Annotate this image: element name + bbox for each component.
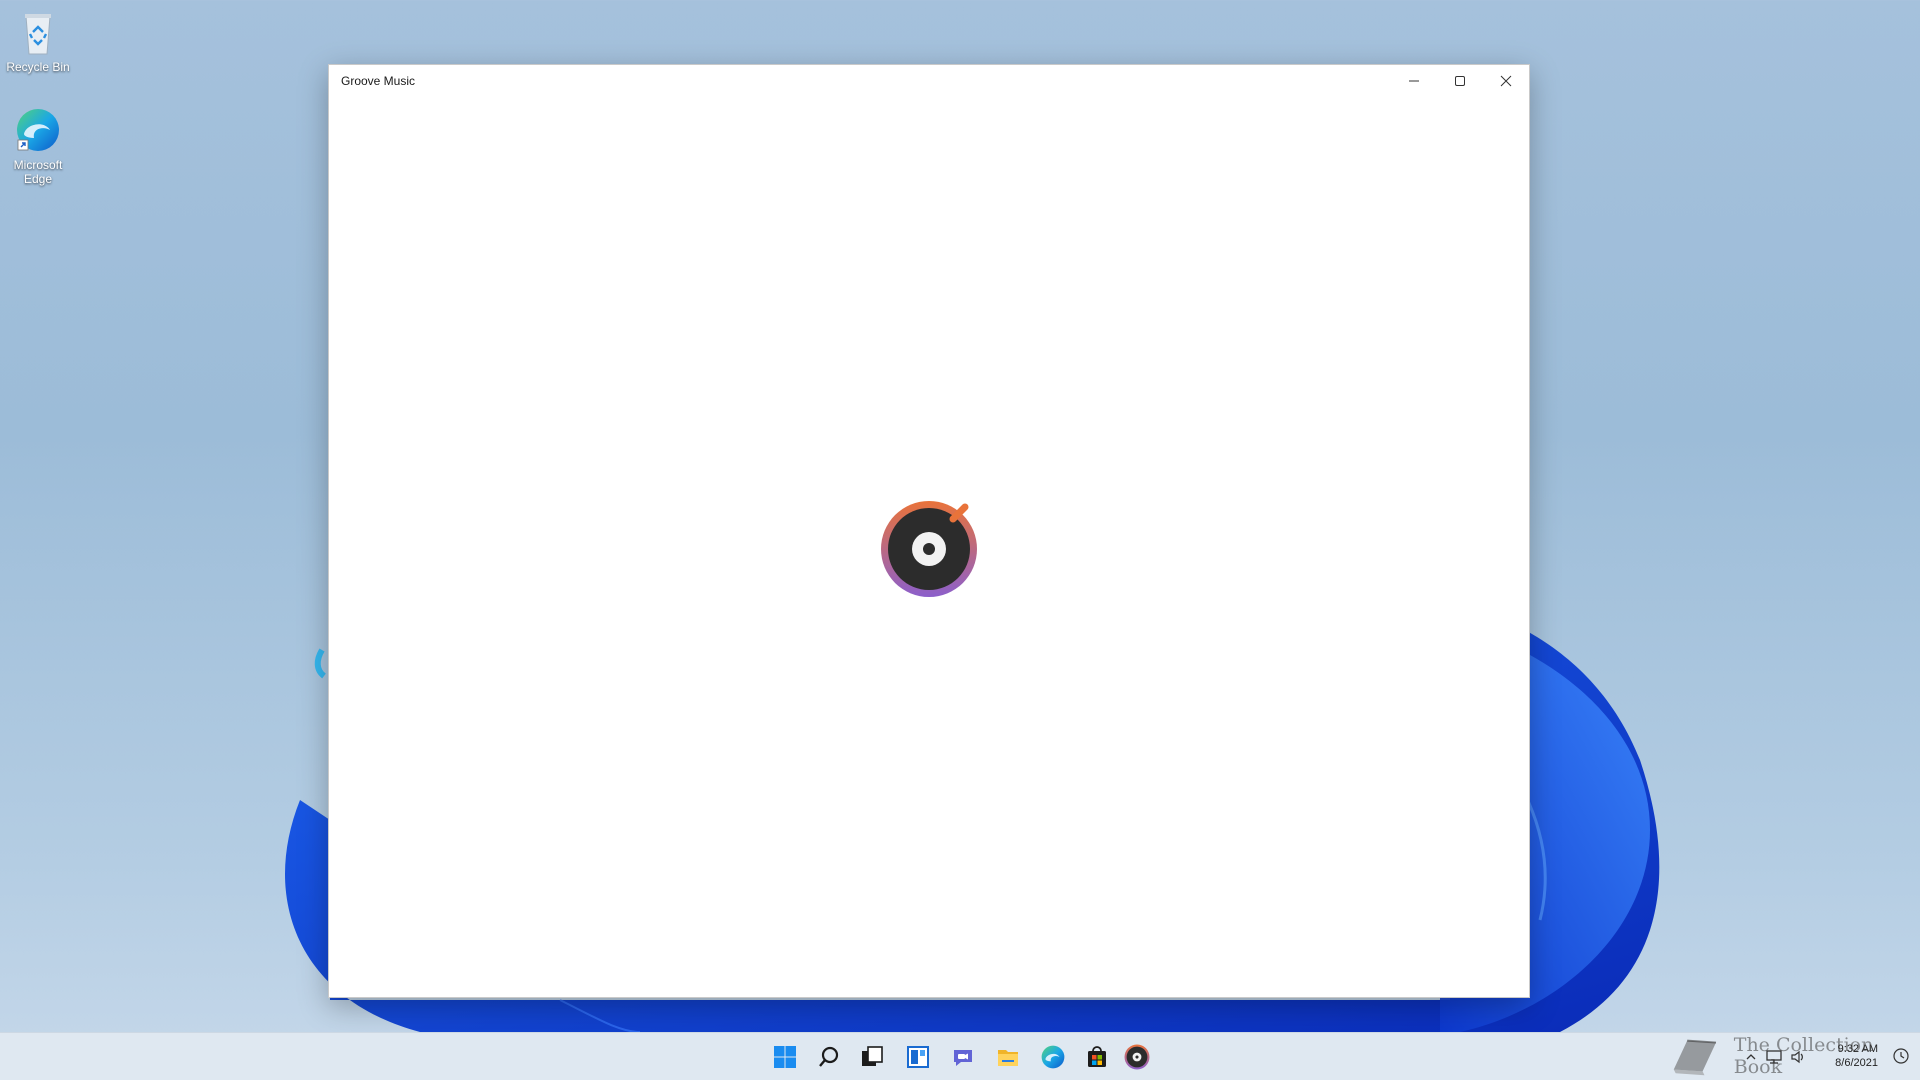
edge-icon: [14, 106, 62, 154]
groove-music-logo: [881, 501, 977, 597]
maximize-icon: [1455, 76, 1465, 86]
watermark: The Collection Book: [1668, 1032, 1920, 1080]
desktop-icon-label: Recycle Bin: [6, 60, 70, 74]
teams-chat-icon: [954, 1050, 972, 1066]
close-button[interactable]: [1483, 65, 1529, 97]
groove-music-icon: [1124, 1044, 1150, 1070]
taskbar: 9:32 AM 8/6/2021: [0, 1032, 1920, 1080]
task-view-button[interactable]: [856, 1041, 888, 1073]
minimize-button[interactable]: [1391, 65, 1437, 97]
task-view-icon: [862, 1046, 883, 1066]
store-icon: [1088, 1046, 1106, 1067]
widgets-button[interactable]: [902, 1041, 934, 1073]
book-icon: [1673, 1039, 1717, 1076]
maximize-button[interactable]: [1437, 65, 1483, 97]
groove-music-button[interactable]: [1121, 1041, 1153, 1073]
search-icon: [819, 1046, 839, 1067]
app-window: Groove Music: [328, 64, 1530, 998]
teams-chat-button[interactable]: [947, 1041, 979, 1073]
recycle-bin-icon: [14, 8, 62, 56]
desktop-icon-edge[interactable]: Microsoft Edge: [0, 106, 76, 186]
window-title: Groove Music: [341, 74, 416, 88]
edge-icon: [1041, 1045, 1065, 1069]
minimize-icon: [1409, 80, 1419, 82]
file-explorer-icon: [998, 1050, 1018, 1066]
file-explorer-button[interactable]: [992, 1041, 1024, 1073]
edge-button[interactable]: [1037, 1041, 1069, 1073]
desktop-icon-label: Microsoft Edge: [13, 158, 63, 186]
start-button[interactable]: [769, 1041, 801, 1073]
close-icon: [1500, 75, 1512, 87]
start-icon: [774, 1046, 796, 1068]
search-button[interactable]: [813, 1041, 845, 1073]
store-button[interactable]: [1081, 1041, 1113, 1073]
desktop-icon-recycle-bin[interactable]: Recycle Bin: [0, 8, 76, 74]
widgets-icon: [907, 1046, 929, 1068]
title-bar[interactable]: Groove Music: [329, 65, 1529, 97]
watermark-text: The Collection Book: [1733, 1034, 1874, 1078]
